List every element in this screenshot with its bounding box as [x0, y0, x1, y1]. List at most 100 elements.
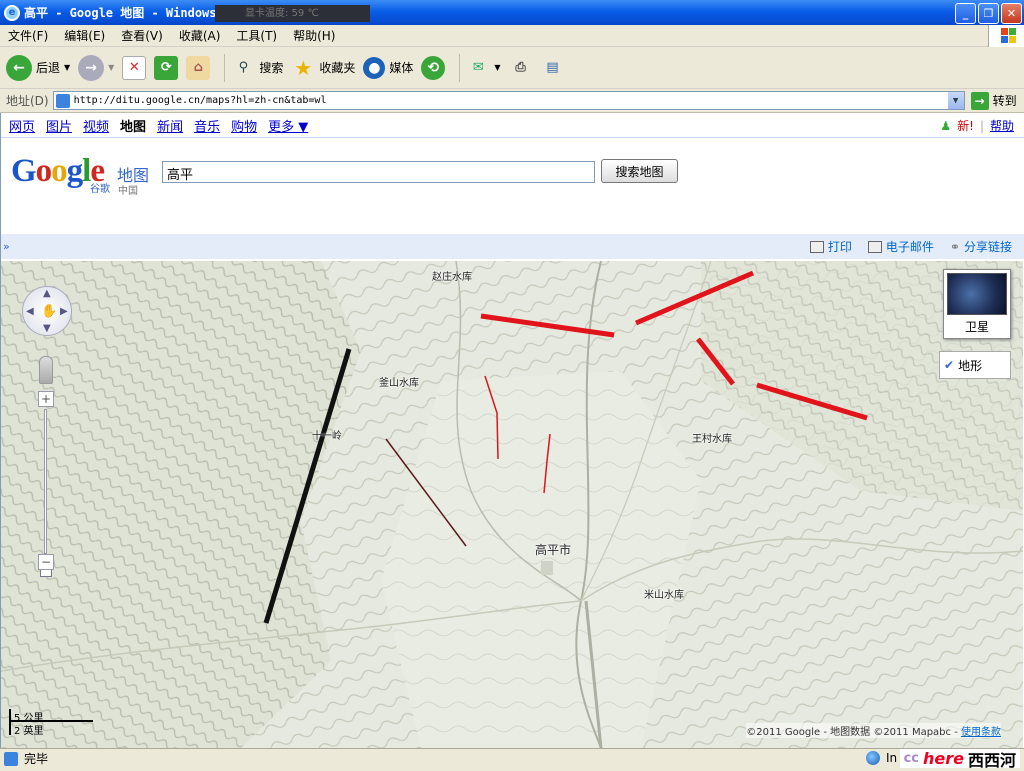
satellite-thumbnail [947, 273, 1007, 315]
back-button[interactable]: ← 后退 ▼ [6, 54, 70, 81]
logo-region: 中国 [118, 186, 138, 197]
menu-help[interactable]: 帮助(H) [293, 27, 335, 44]
satellite-button[interactable]: 卫星 [943, 269, 1011, 339]
search-map-button[interactable]: 搜索地图 [601, 159, 678, 183]
map-canvas[interactable]: 赵庄水库 釜山水库 十一岭 王村水库 高平市 米山水库 ▲ ◀ ▶ ▼ ✋ + … [1, 261, 1023, 748]
nav-video[interactable]: 视频 [83, 116, 109, 135]
annotation-line-thin [385, 438, 467, 547]
search-button[interactable]: ⚲ 搜索 [231, 56, 284, 80]
toolbar: ← 后退 ▼ → ▼ ✕ ⟳ ⌂ ⚲ 搜索 ★ 收藏夹 ● 媒体 ⟲ ✉ ▼ ⎙… [0, 47, 1024, 89]
terrain-toggle[interactable]: ✔ 地形 [939, 351, 1011, 379]
media-button[interactable]: ● 媒体 [363, 56, 413, 79]
satellite-label: 卫星 [964, 320, 989, 334]
back-label: 后退 [36, 61, 61, 75]
zone-label: In [886, 751, 898, 765]
watermark: cc here 西西河 [899, 749, 1020, 770]
pan-right-icon[interactable]: ▶ [60, 306, 68, 317]
address-label: 地址(D) [6, 94, 49, 108]
nav-maps: 地图 [120, 120, 147, 135]
hand-icon[interactable]: ✋ [41, 304, 57, 319]
stop-icon[interactable]: ✕ [122, 55, 147, 80]
pan-left-icon[interactable]: ◀ [26, 306, 34, 317]
go-button[interactable]: → 转到 [970, 91, 1017, 110]
annotation-line-red-thin [543, 433, 551, 494]
home-icon[interactable]: ⌂ [186, 55, 211, 80]
nav-web[interactable]: 网页 [9, 116, 35, 135]
windows-logo-icon [988, 25, 1024, 47]
close-button[interactable]: ✕ [1001, 3, 1022, 24]
status-bar: 完毕 In cc here 西西河 [0, 748, 1024, 770]
forward-dropdown-icon[interactable]: ▼ [108, 63, 114, 72]
annotation-line-black [263, 348, 352, 624]
internet-zone-icon [866, 751, 880, 765]
zoom-control[interactable]: + − [38, 391, 54, 577]
email-link[interactable]: 电子邮件 [867, 238, 934, 255]
map-copyright: ©2011 Google - 地图数据 ©2011 Mapabc - 使用条款 [746, 723, 1001, 738]
annotation-line-red [480, 313, 615, 338]
help-link[interactable]: 帮助 [990, 117, 1014, 134]
menu-tools[interactable]: 工具(T) [236, 27, 277, 44]
checkmark-icon: ✔ [944, 358, 955, 372]
nav-images[interactable]: 图片 [46, 116, 72, 135]
address-dropdown-icon[interactable]: ▼ [947, 92, 964, 109]
menu-edit[interactable]: 编辑(E) [64, 27, 105, 44]
pan-up-icon[interactable]: ▲ [43, 288, 51, 299]
media-globe-icon: ● [363, 56, 386, 79]
map-label[interactable]: 高平市 [535, 541, 571, 558]
scale-bar: 5 公里 2 英里 [9, 709, 93, 737]
envelope-icon [867, 240, 882, 253]
star-icon: ★ [294, 55, 313, 80]
refresh-icon[interactable]: ⟳ [154, 55, 179, 80]
pegman-icon[interactable] [39, 356, 53, 384]
forward-arrow-icon: → [78, 54, 105, 81]
nav-more[interactable]: 更多 ▼ [268, 116, 308, 135]
logo-brand-cn: 谷歌 [90, 184, 110, 195]
map-label[interactable]: 王村水库 [692, 430, 732, 445]
back-dropdown-icon[interactable]: ▼ [64, 63, 70, 72]
go-label: 转到 [992, 94, 1017, 108]
map-label[interactable]: 赵庄水库 [432, 268, 472, 283]
address-input[interactable]: http://ditu.google.cn/maps?hl=zh-cn&tab=… [52, 91, 965, 110]
maximize-button[interactable]: ❐ [978, 3, 999, 24]
print-link[interactable]: 打印 [809, 238, 852, 255]
expand-panel-icon[interactable]: » [3, 240, 17, 253]
map-label[interactable]: 米山水库 [644, 586, 684, 601]
map-label[interactable]: 釜山水库 [379, 374, 419, 389]
minimize-button[interactable]: _ [955, 3, 976, 24]
edit-icon[interactable]: ▤ [541, 56, 565, 80]
annotation-line-red [756, 382, 868, 421]
forward-button[interactable]: → ▼ [78, 54, 114, 81]
printer-icon [809, 240, 824, 253]
mail-button[interactable]: ✉ ▼ [466, 56, 501, 80]
pan-down-icon[interactable]: ▼ [43, 323, 51, 334]
favorites-button[interactable]: ★ 收藏夹 [291, 56, 355, 80]
nav-music[interactable]: 音乐 [194, 116, 220, 135]
pan-control[interactable]: ▲ ◀ ▶ ▼ ✋ [22, 286, 72, 336]
history-icon[interactable]: ⟲ [421, 55, 446, 80]
share-link[interactable]: ⚭ 分享链接 [950, 238, 1012, 255]
zoom-track[interactable] [44, 409, 47, 554]
menu-view[interactable]: 查看(V) [121, 27, 163, 44]
new-link[interactable]: 新! [957, 117, 974, 134]
go-arrow-icon: → [970, 91, 989, 110]
zoom-slider-handle[interactable] [40, 569, 52, 577]
mail-icon: ✉ [472, 60, 484, 75]
nav-divider [1, 137, 1024, 138]
address-bar: 地址(D) http://ditu.google.cn/maps?hl=zh-c… [0, 89, 1024, 113]
toolbar-separator [459, 53, 461, 82]
nav-news[interactable]: 新闻 [157, 116, 183, 135]
mail-dropdown-icon[interactable]: ▼ [494, 63, 500, 72]
zoom-out-button[interactable]: − [38, 554, 54, 570]
print-icon[interactable]: ⎙ [509, 56, 533, 80]
person-icon: ♟ [940, 118, 952, 133]
address-url: http://ditu.google.cn/maps?hl=zh-cn&tab=… [73, 95, 327, 106]
map-search-input[interactable]: 高平 [162, 161, 595, 183]
menu-favorites[interactable]: 收藏(A) [179, 27, 221, 44]
menu-file[interactable]: 文件(F) [8, 27, 48, 44]
nav-shopping[interactable]: 购物 [231, 116, 257, 135]
search-label: 搜索 [259, 61, 284, 75]
terms-link[interactable]: 使用条款 [961, 727, 1001, 738]
zoom-in-button[interactable]: + [38, 391, 54, 407]
page-content: 网页 图片 视频 地图 新闻 音乐 购物 更多 ▼ ♟ 新! | 帮助 Goog… [0, 113, 1024, 748]
map-label[interactable]: 十一岭 [312, 427, 342, 442]
